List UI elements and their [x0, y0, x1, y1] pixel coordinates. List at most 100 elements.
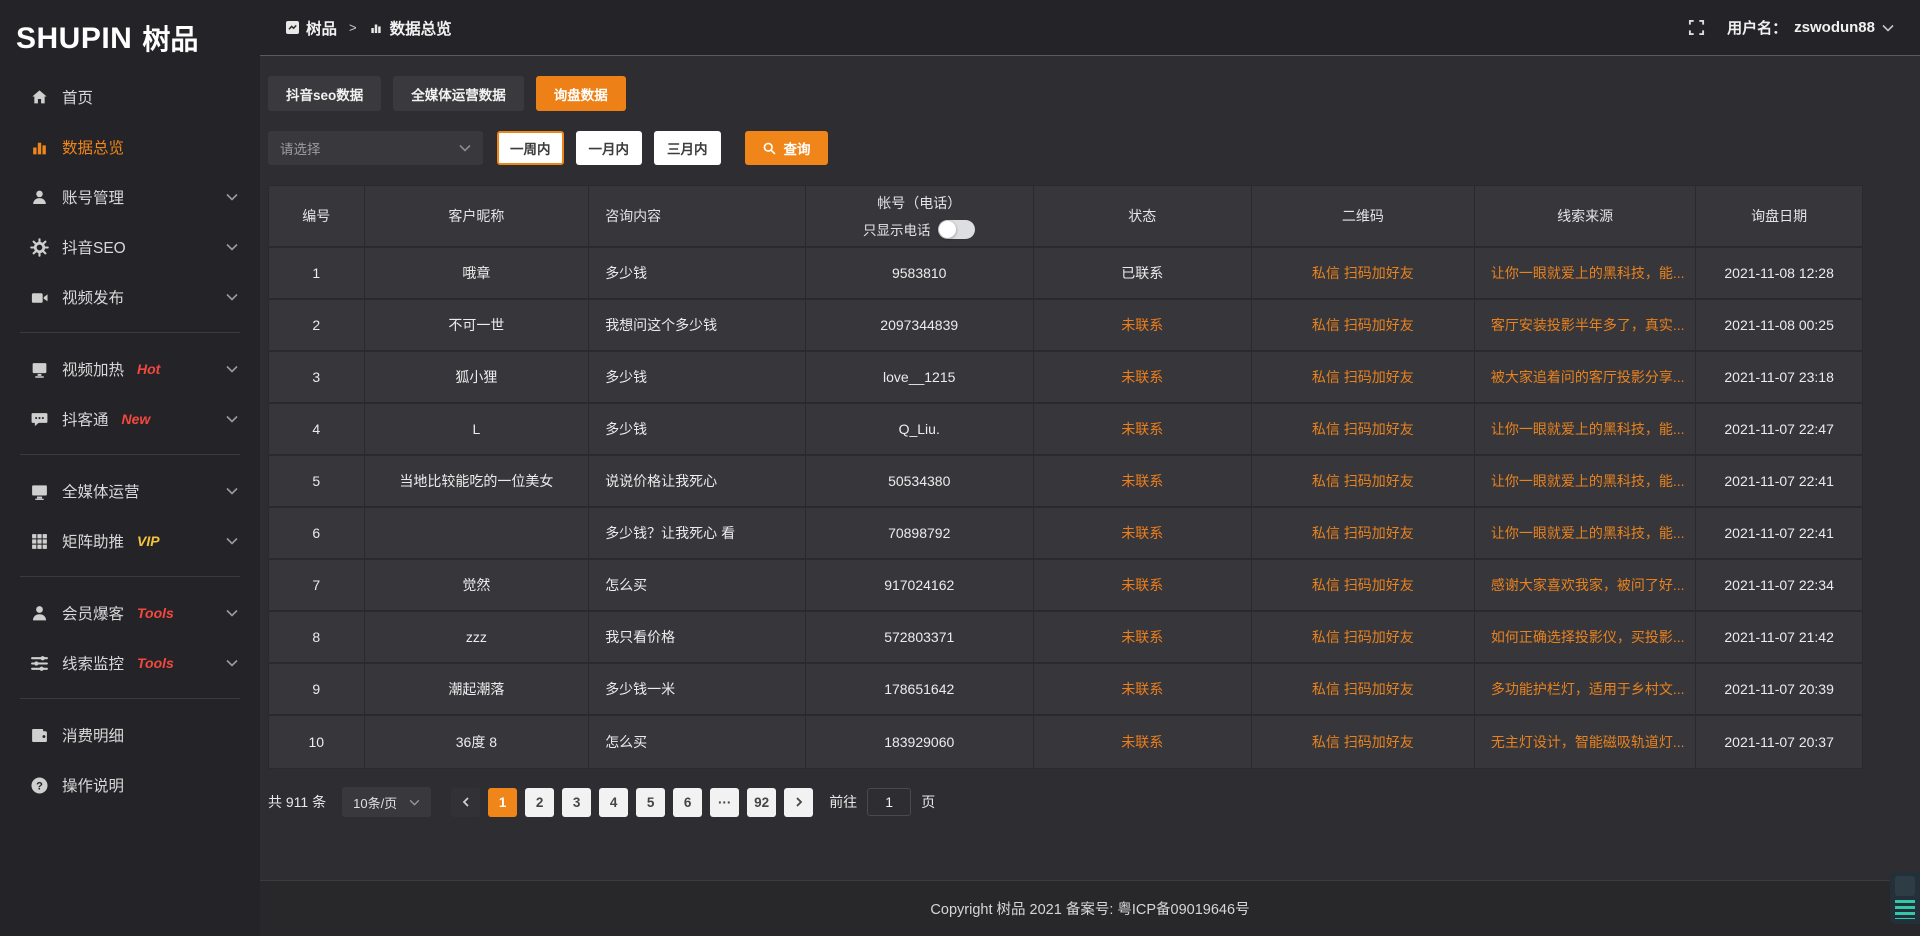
table-row: 9 潮起潮落 多少钱一米 178651642 未联系 私信 扫码加好友 多功能护…: [269, 664, 1862, 716]
cell-id: 9: [269, 664, 365, 714]
sidebar-item-icon: [30, 360, 49, 379]
sidebar-item-label: 抖音SEO: [62, 236, 126, 258]
cell-date: 2021-11-07 22:34: [1696, 560, 1862, 610]
user-menu[interactable]: 用户名：zswodun88: [1727, 17, 1894, 38]
page-button-2[interactable]: 2: [525, 788, 554, 817]
cell-nickname: 不可一世: [365, 300, 590, 350]
page-button-3[interactable]: 3: [562, 788, 591, 817]
sidebar-item-label: 账号管理: [62, 186, 124, 208]
page-button-5[interactable]: 5: [636, 788, 665, 817]
cell-source-link[interactable]: 无主灯设计，智能磁吸轨道灯...: [1475, 716, 1696, 768]
sidebar-item-media-operation[interactable]: 全媒体运营: [0, 466, 260, 516]
cell-nickname: zzz: [365, 612, 590, 662]
column-header-source: 线索来源: [1475, 186, 1696, 246]
cell-id: 3: [269, 352, 365, 402]
cell-qrcode-link[interactable]: 私信 扫码加好友: [1252, 352, 1475, 402]
fullscreen-icon[interactable]: [1688, 19, 1705, 36]
cell-source-link[interactable]: 让你一眼就爱上的黑科技，能...: [1475, 248, 1696, 298]
sidebar-item-data-overview[interactable]: 数据总览: [0, 122, 260, 172]
sidebar-item-video-publish[interactable]: 视频发布: [0, 272, 260, 322]
breadcrumb-root[interactable]: 树品: [286, 17, 337, 39]
cell-status: 未联系: [1034, 404, 1252, 454]
cell-qrcode-link[interactable]: 私信 扫码加好友: [1252, 300, 1475, 350]
page-button-6[interactable]: 6: [673, 788, 702, 817]
sidebar-item-member-baoke[interactable]: 会员爆客 Tools: [0, 588, 260, 638]
tab-media-operation-data[interactable]: 全媒体运营数据: [393, 76, 524, 111]
sidebar-item-icon: [30, 288, 49, 307]
sidebar-item-icon: [30, 88, 49, 107]
cell-source-link[interactable]: 如何正确选择投影仪，买投影...: [1475, 612, 1696, 662]
sidebar-item-douyin-seo[interactable]: 抖音SEO: [0, 222, 260, 272]
cell-source-link[interactable]: 多功能护栏灯，适用于乡村文...: [1475, 664, 1696, 714]
chevron-right-icon: [793, 796, 805, 808]
cell-id: 2: [269, 300, 365, 350]
time-range-group: 一周内 一月内 三月内: [497, 131, 733, 165]
sidebar-item-label: 会员爆客: [62, 602, 124, 624]
cell-source-link[interactable]: 被大家追着问的客厅投影分享...: [1475, 352, 1696, 402]
cell-content: 多少钱: [589, 248, 806, 298]
cell-nickname: 觉然: [365, 560, 590, 610]
page-button-4[interactable]: 4: [599, 788, 628, 817]
page-buttons: 1 2 3 4 5 6 ··· 92: [488, 788, 776, 817]
time-filter-quarter[interactable]: 三月内: [654, 131, 721, 165]
cell-source-link[interactable]: 客厅安装投影半年多了，真实...: [1475, 300, 1696, 350]
cell-account: Q_Liu.: [806, 404, 1034, 454]
page-size-select[interactable]: 10条/页: [342, 787, 431, 817]
sidebar-item-badge: Tools: [137, 655, 174, 671]
sidebar-item-home[interactable]: 首页: [0, 72, 260, 122]
account-select[interactable]: 请选择: [268, 131, 483, 165]
next-page-button[interactable]: [784, 788, 813, 817]
phone-only-toggle[interactable]: [938, 220, 975, 239]
cell-content: 多少钱: [589, 352, 806, 402]
footer: Copyright 树品 2021 备案号: 粤ICP备09019646号: [260, 880, 1920, 936]
table-row: 8 zzz 我只看价格 572803371 未联系 私信 扫码加好友 如何正确选…: [269, 612, 1862, 664]
cell-qrcode-link[interactable]: 私信 扫码加好友: [1252, 560, 1475, 610]
cell-source-link[interactable]: 让你一眼就爱上的黑科技，能...: [1475, 508, 1696, 558]
table-row: 10 36度 8 怎么买 183929060 未联系 私信 扫码加好友 无主灯设…: [269, 716, 1862, 768]
sidebar-item-instructions[interactable]: 操作说明: [0, 760, 260, 810]
username-label: 用户名：: [1727, 17, 1787, 38]
sidebar-item-matrix-boost[interactable]: 矩阵助推 VIP: [0, 516, 260, 566]
page-button-ellipsis[interactable]: ···: [710, 788, 739, 817]
table-header: 编号 客户昵称 咨询内容 帐号（电话） 只显示电话 状态 二维码 线索来源 询盘…: [269, 186, 1862, 248]
sidebar-item-video-heat[interactable]: 视频加热 Hot: [0, 344, 260, 394]
sidebar-item-badge: New: [122, 411, 151, 427]
sidebar-item-account-manage[interactable]: 账号管理: [0, 172, 260, 222]
sidebar-item-clue-monitor[interactable]: 线索监控 Tools: [0, 638, 260, 688]
tab-inquiry-data[interactable]: 询盘数据: [536, 76, 626, 111]
inquiry-table: 编号 客户昵称 咨询内容 帐号（电话） 只显示电话 状态 二维码 线索来源 询盘…: [268, 185, 1863, 769]
breadcrumb-current[interactable]: 数据总览: [369, 17, 452, 39]
search-button[interactable]: 查询: [745, 131, 828, 165]
cell-source-link[interactable]: 让你一眼就爱上的黑科技，能...: [1475, 404, 1696, 454]
chevron-down-icon: [459, 144, 471, 152]
prev-page-button[interactable]: [451, 788, 480, 817]
cell-qrcode-link[interactable]: 私信 扫码加好友: [1252, 456, 1475, 506]
sidebar-item-badge: Tools: [137, 605, 174, 621]
chevron-down-icon: [226, 609, 238, 617]
cell-qrcode-link[interactable]: 私信 扫码加好友: [1252, 612, 1475, 662]
cell-status: 未联系: [1034, 456, 1252, 506]
cell-qrcode-link[interactable]: 私信 扫码加好友: [1252, 248, 1475, 298]
time-filter-month[interactable]: 一月内: [576, 131, 643, 165]
time-filter-week[interactable]: 一周内: [497, 131, 564, 165]
cell-qrcode-link[interactable]: 私信 扫码加好友: [1252, 508, 1475, 558]
cell-status: 未联系: [1034, 612, 1252, 662]
goto-label: 前往: [829, 792, 857, 812]
tab-douyin-seo-data[interactable]: 抖音seo数据: [268, 76, 381, 111]
cell-qrcode-link[interactable]: 私信 扫码加好友: [1252, 404, 1475, 454]
cell-qrcode-link[interactable]: 私信 扫码加好友: [1252, 664, 1475, 714]
sidebar-item-douketong[interactable]: 抖客通 New: [0, 394, 260, 444]
cell-source-link[interactable]: 感谢大家喜欢我家，被问了好...: [1475, 560, 1696, 610]
cell-source-link[interactable]: 让你一眼就爱上的黑科技，能...: [1475, 456, 1696, 506]
page-button-1[interactable]: 1: [488, 788, 517, 817]
sidebar-item-label: 操作说明: [62, 774, 124, 796]
sidebar-item-consumption-detail[interactable]: 消费明细: [0, 710, 260, 760]
sidebar-item-icon: [30, 726, 49, 745]
table-body: 1 哦章 多少钱 9583810 已联系 私信 扫码加好友 让你一眼就爱上的黑科…: [269, 248, 1862, 768]
table-row: 6 多少钱？让我死心 看 70898792 未联系 私信 扫码加好友 让你一眼就…: [269, 508, 1862, 560]
cell-date: 2021-11-07 20:37: [1696, 716, 1862, 768]
page-button-92[interactable]: 92: [747, 788, 776, 817]
cell-qrcode-link[interactable]: 私信 扫码加好友: [1252, 716, 1475, 768]
goto-page-input[interactable]: [867, 788, 911, 816]
floating-chat-widget[interactable]: [1890, 872, 1920, 924]
